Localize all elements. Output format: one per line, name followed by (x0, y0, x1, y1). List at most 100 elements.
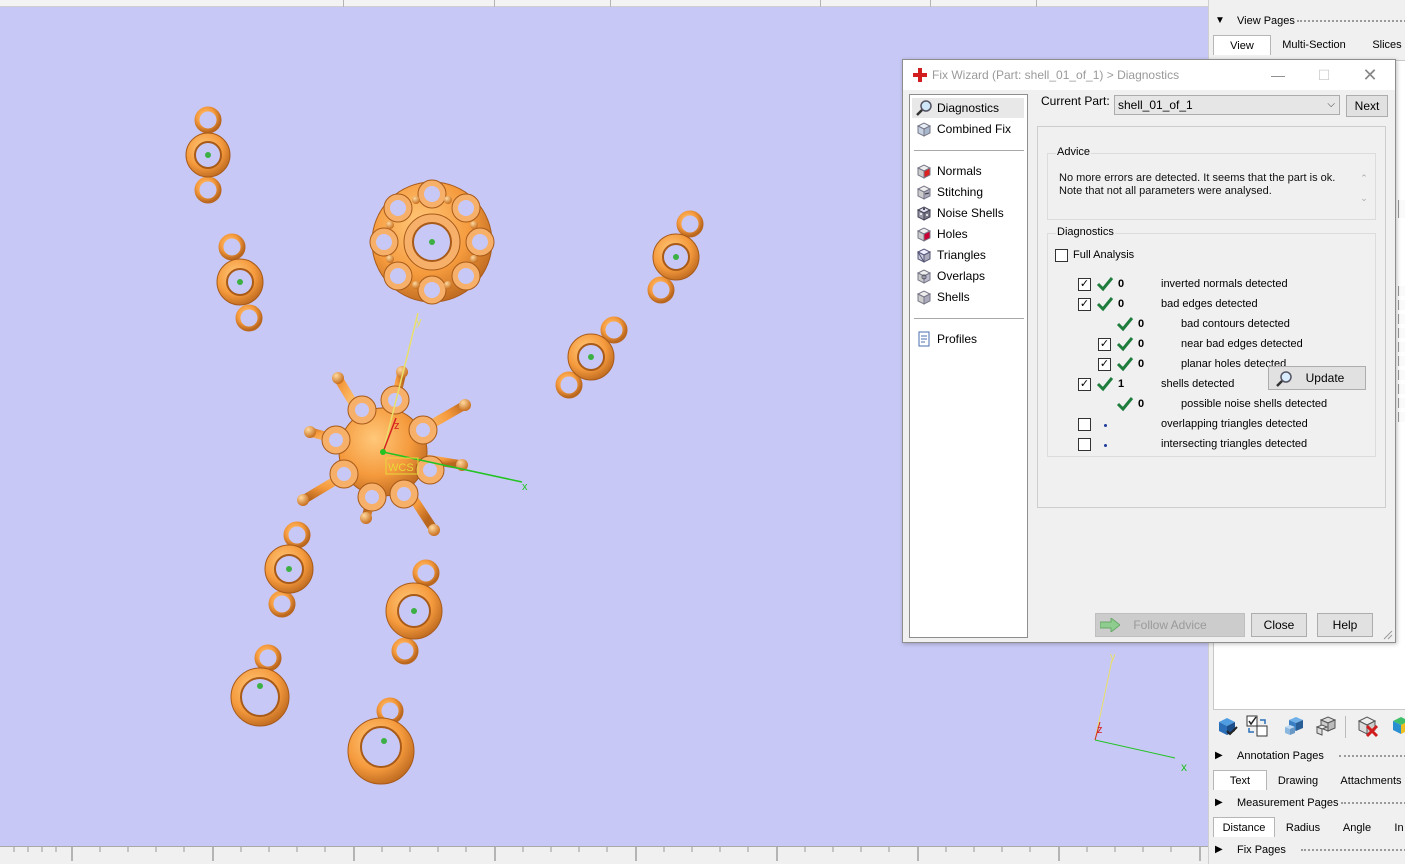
nav-item-normals[interactable]: Normals (912, 161, 1024, 181)
nav-item-shells[interactable]: Shells (912, 287, 1024, 307)
resize-grip-icon[interactable] (1383, 630, 1393, 640)
tab-in[interactable]: In (1389, 818, 1405, 838)
fix-pages-label: Fix Pages (1237, 844, 1286, 856)
overlaps-cube-icon (916, 269, 932, 284)
checkbox-swap-icon[interactable] (1245, 714, 1269, 738)
magnifier-icon (916, 100, 932, 116)
chevron-down-icon: ⌵ (1327, 99, 1335, 110)
dialog-titlebar[interactable]: Fix Wizard (Part: shell_01_of_1) > Diagn… (903, 60, 1395, 90)
update-label: Update (1305, 371, 1345, 385)
close-window-button[interactable]: ✕ (1347, 60, 1393, 90)
stitching-cube-icon (916, 185, 932, 200)
list-item (1398, 200, 1405, 218)
nav-item-diagnostics[interactable]: Diagnostics (912, 98, 1024, 118)
list-item (1398, 286, 1405, 296)
wireframe-parts-icon[interactable] (1315, 714, 1339, 738)
noise-shells-text: possible noise shells detected (1181, 398, 1328, 410)
tab-view[interactable]: View (1213, 35, 1271, 55)
nav-item-triangles[interactable]: Triangles (912, 245, 1024, 265)
list-item (1398, 314, 1405, 324)
mini-axis-z-label: z (1097, 724, 1103, 736)
help-button[interactable]: Help (1317, 613, 1373, 637)
pendant-part (555, 316, 628, 399)
fix-pages-header[interactable]: ▶ Fix Pages (1209, 840, 1405, 860)
profiles-document-icon (918, 331, 930, 347)
advice-text: No more errors are detected. It seems th… (1059, 172, 1349, 198)
list-item (1398, 384, 1405, 394)
measurement-pages-header[interactable]: ▶ Measurement Pages (1209, 793, 1405, 813)
annotation-pages-label: Annotation Pages (1237, 750, 1324, 762)
nav-item-profiles[interactable]: Profiles (912, 329, 1024, 349)
holes-cube-icon (916, 227, 932, 242)
divider (1301, 849, 1405, 852)
view-pages-header[interactable]: ▼ View Pages (1209, 11, 1405, 31)
intersecting-triangles-checkbox[interactable] (1078, 438, 1091, 451)
maximize-button[interactable]: ☐ (1301, 60, 1347, 90)
pendant-part (647, 210, 704, 304)
shells-checkbox[interactable]: ✓ (1078, 378, 1091, 391)
diagnostics-group: Diagnostics Full Analysis ✓ 0 inverted n… (1047, 226, 1376, 457)
close-button[interactable]: Close (1251, 613, 1307, 637)
tab-multi-section[interactable]: Multi-Section (1277, 35, 1351, 55)
list-item (1398, 370, 1405, 380)
green-check-icon (1096, 277, 1114, 292)
near-bad-edges-count: 0 (1138, 338, 1145, 350)
list-item (1398, 398, 1405, 408)
minimize-button[interactable]: — (1255, 60, 1301, 90)
fix-wizard-dialog: Fix Wizard (Part: shell_01_of_1) > Diagn… (902, 59, 1396, 643)
diagnostics-label: Diagnostics (1056, 226, 1115, 238)
magnifier-icon (1276, 371, 1292, 387)
planar-holes-count: 0 (1138, 358, 1145, 370)
update-button[interactable]: Update (1268, 366, 1366, 390)
bad-edges-checkbox[interactable]: ✓ (1078, 298, 1091, 311)
nav-label: Normals (937, 164, 982, 178)
tab-angle[interactable]: Angle (1337, 818, 1377, 838)
nav-label: Profiles (937, 332, 978, 346)
current-part-select[interactable]: shell_01_of_1 ⌵ (1114, 95, 1340, 115)
tab-distance[interactable]: Distance (1213, 817, 1275, 837)
intersecting-triangles-text: intersecting triangles detected (1161, 438, 1308, 450)
inverted-normals-checkbox[interactable]: ✓ (1078, 278, 1091, 291)
tab-drawing[interactable]: Drawing (1273, 771, 1323, 791)
nav-label: Noise Shells (937, 206, 1004, 220)
expand-triangle-icon: ▶ (1215, 844, 1223, 855)
nav-item-noise-shells[interactable]: Noise Shells (912, 203, 1024, 223)
select-parts-icon[interactable] (1283, 714, 1307, 738)
next-button[interactable]: Next (1346, 95, 1388, 117)
nav-label: Triangles (937, 248, 986, 262)
tab-attachments[interactable]: Attachments (1337, 771, 1405, 791)
overlapping-triangles-checkbox[interactable] (1078, 418, 1091, 431)
annotation-pages-header[interactable]: ▶ Annotation Pages (1209, 746, 1405, 766)
normals-cube-icon (916, 164, 932, 179)
divider (1341, 802, 1405, 805)
green-check-icon (1096, 377, 1114, 392)
near-bad-edges-checkbox[interactable]: ✓ (1098, 338, 1111, 351)
pendant-part (347, 697, 415, 785)
view-pages-label: View Pages (1237, 15, 1295, 27)
nav-item-overlaps[interactable]: Overlaps (912, 266, 1024, 286)
nav-item-combined-fix[interactable]: Combined Fix (912, 119, 1024, 139)
tab-slices[interactable]: Slices (1369, 35, 1405, 55)
nav-label: Shells (937, 290, 970, 304)
cube-check-icon[interactable] (1215, 714, 1239, 738)
wizard-nav-list: Diagnostics Combined Fix Normals Stitchi… (909, 94, 1028, 638)
green-check-icon (1116, 317, 1134, 332)
arrow-right-icon (1100, 618, 1120, 632)
tab-text[interactable]: Text (1213, 770, 1267, 790)
advice-scrollbar[interactable]: ⌃ ⌄ (1357, 168, 1371, 216)
tab-radius[interactable]: Radius (1281, 818, 1325, 838)
color-part-icon[interactable] (1389, 714, 1405, 738)
bad-contours-count: 0 (1138, 318, 1145, 330)
full-analysis-checkbox[interactable] (1055, 249, 1068, 262)
nav-item-stitching[interactable]: Stitching (912, 182, 1024, 202)
nav-item-holes[interactable]: Holes (912, 224, 1024, 244)
follow-advice-button[interactable]: Follow Advice (1095, 613, 1245, 637)
nav-label: Holes (937, 227, 968, 241)
bottom-ruler (0, 846, 1208, 864)
mini-axis-gizmo: y z x (1094, 651, 1187, 774)
planar-holes-checkbox[interactable]: ✓ (1098, 358, 1111, 371)
divider (1345, 716, 1346, 738)
overlapping-triangles-text: overlapping triangles detected (1161, 418, 1308, 430)
dialog-title: Fix Wizard (Part: shell_01_of_1) > Diagn… (932, 68, 1180, 82)
delete-part-icon[interactable] (1355, 714, 1379, 738)
